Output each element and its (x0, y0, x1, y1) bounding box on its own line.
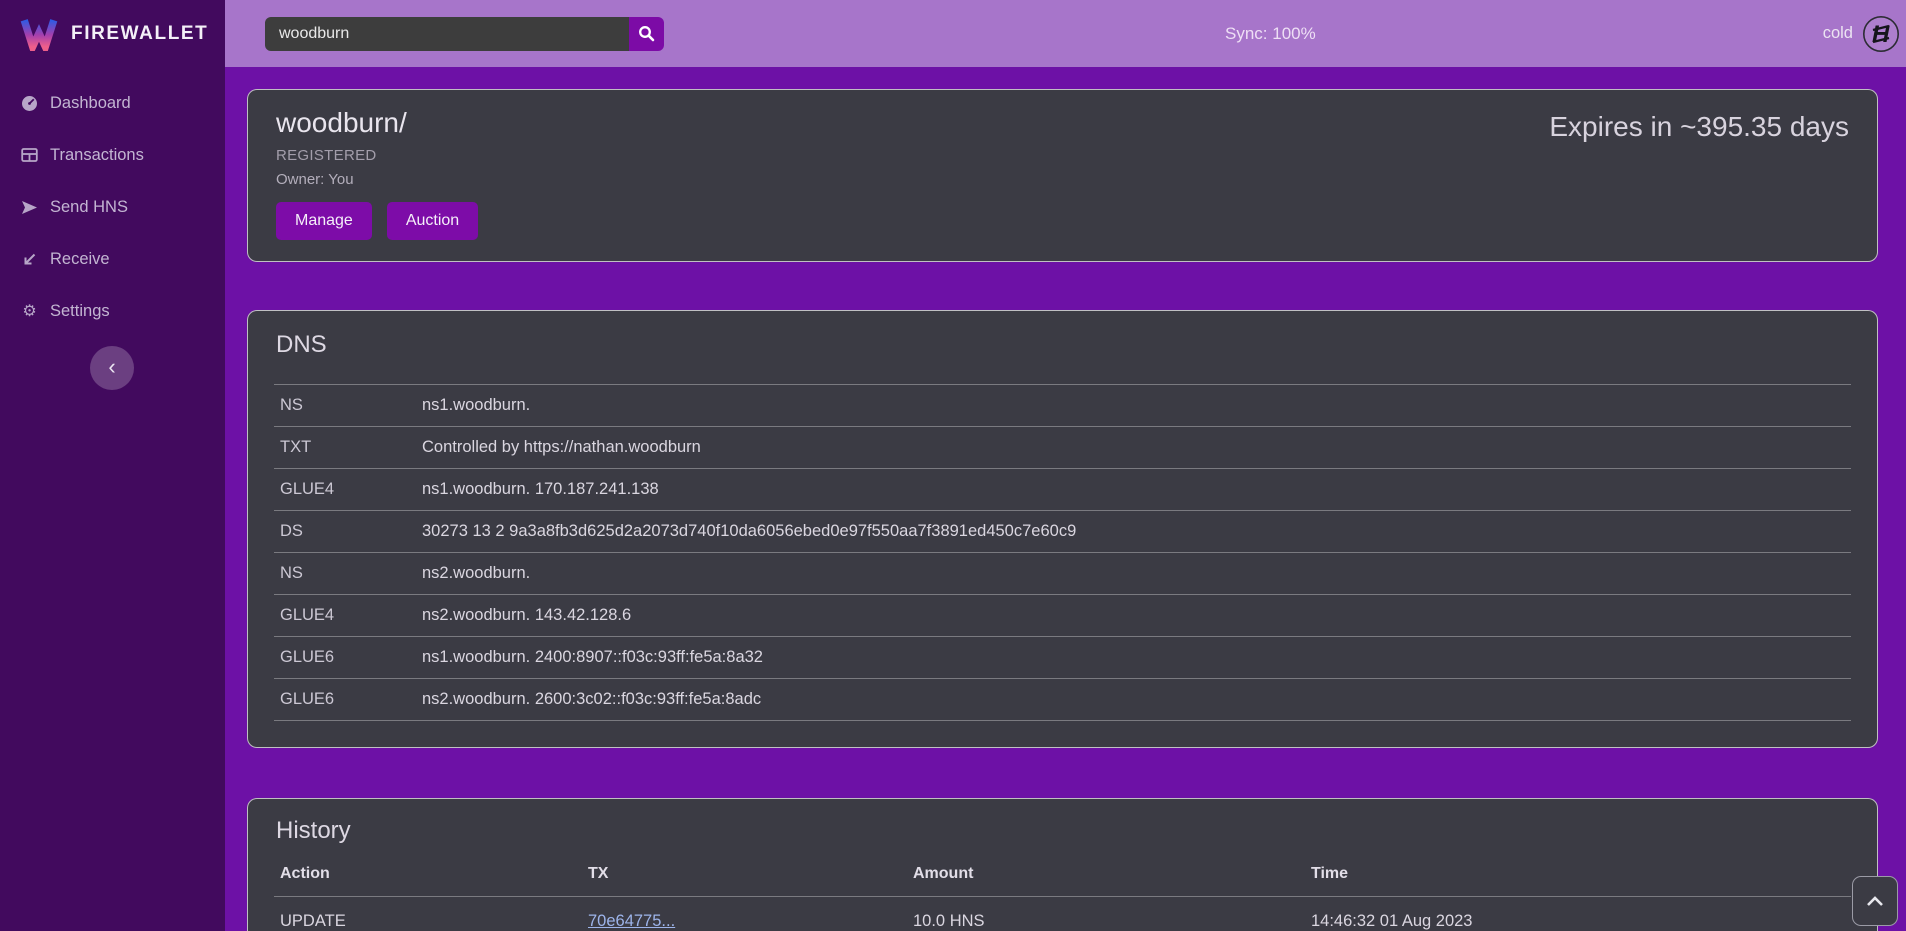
history-amount: 10.0 HNS (913, 912, 1311, 931)
dns-record-type: NS (280, 396, 422, 415)
dns-record-value: ns1.woodburn. (422, 396, 1845, 415)
dns-title: DNS (276, 331, 1851, 359)
dns-record-row: GLUE4 ns2.woodburn. 143.42.128.6 (274, 594, 1851, 636)
sidebar-item-label: Settings (50, 302, 110, 321)
search-icon (638, 25, 655, 42)
brand-name: FIREWALLET (71, 23, 208, 45)
column-header-action: Action (280, 865, 588, 883)
sidebar-collapse-button[interactable]: ‹ (90, 346, 134, 390)
domain-status-badge: REGISTERED (276, 147, 1849, 164)
chevron-up-icon (1864, 893, 1886, 909)
dns-record-type: GLUE6 (280, 648, 422, 667)
history-table-header: Action TX Amount Time (274, 851, 1851, 896)
dns-record-row: NS ns1.woodburn. (274, 384, 1851, 426)
domain-card: woodburn/ REGISTERED Owner: You Manage A… (247, 89, 1878, 262)
dns-record-type: TXT (280, 438, 422, 457)
sidebar-item-dashboard[interactable]: Dashboard (0, 77, 225, 129)
dns-record-row: GLUE6 ns2.woodburn. 2600:3c02::f03c:93ff… (274, 678, 1851, 721)
domain-expiry: Expires in ~395.35 days (1549, 111, 1849, 143)
table-icon (20, 147, 39, 163)
dns-record-type: DS (280, 522, 422, 541)
dns-record-value: 30273 13 2 9a3a8fb3d625d2a2073d740f10da6… (422, 522, 1845, 541)
dns-record-value: ns2.woodburn. (422, 564, 1845, 583)
dns-record-value: ns2.woodburn. 143.42.128.6 (422, 606, 1845, 625)
dns-record-row: TXT Controlled by https://nathan.woodbur… (274, 426, 1851, 468)
column-header-amount: Amount (913, 865, 1311, 883)
topbar: Sync: 100% cold H (225, 0, 1906, 67)
sidebar-nav: Dashboard Transactions S (0, 77, 225, 337)
dns-record-value: ns1.woodburn. 170.187.241.138 (422, 480, 1845, 499)
dns-record-row: GLUE4 ns1.woodburn. 170.187.241.138 (274, 468, 1851, 510)
dns-record-row: GLUE6 ns1.woodburn. 2400:8907::f03c:93ff… (274, 636, 1851, 678)
search-input[interactable] (265, 17, 629, 51)
sidebar-item-label: Receive (50, 250, 110, 269)
dns-card: DNS NS ns1.woodburn. TXT Controlled by h… (247, 310, 1878, 748)
receive-arrow-icon (20, 252, 39, 267)
dns-record-row: DS 30273 13 2 9a3a8fb3d625d2a2073d740f10… (274, 510, 1851, 552)
auction-button[interactable]: Auction (387, 202, 478, 240)
sidebar-item-transactions[interactable]: Transactions (0, 129, 225, 181)
dns-record-row: NS ns2.woodburn. (274, 552, 1851, 594)
firewallet-logo-icon (20, 17, 58, 51)
send-icon (20, 200, 39, 215)
history-title: History (276, 817, 1851, 845)
sidebar-item-label: Dashboard (50, 94, 131, 113)
domain-actions: Manage Auction (276, 202, 1849, 240)
dns-record-type: GLUE6 (280, 690, 422, 709)
dns-record-value: ns1.woodburn. 2400:8907::f03c:93ff:fe5a:… (422, 648, 1845, 667)
wallet-indicator[interactable]: cold H (1823, 15, 1900, 53)
dns-record-type: GLUE4 (280, 480, 422, 499)
sync-status: Sync: 100% (1225, 24, 1316, 44)
sidebar-item-label: Send HNS (50, 198, 128, 217)
chevron-left-icon: ‹ (108, 356, 115, 378)
history-action: UPDATE (280, 912, 588, 931)
history-time: 14:46:32 01 Aug 2023 (1311, 912, 1845, 931)
gear-icon: ⚙ (20, 301, 39, 321)
app-window: FIREWALLET Dashboard (0, 0, 1906, 931)
dns-record-value: Controlled by https://nathan.woodburn (422, 438, 1845, 457)
dns-records-table: NS ns1.woodburn. TXT Controlled by https… (274, 384, 1851, 721)
manage-button[interactable]: Manage (276, 202, 372, 240)
history-row: UPDATE 70e64775... 10.0 HNS 14:46:32 01 … (274, 896, 1851, 931)
brand[interactable]: FIREWALLET (0, 0, 225, 67)
svg-text:H: H (1872, 21, 1890, 48)
history-card: History Action TX Amount Time UPDATE 70e… (247, 798, 1878, 931)
sidebar: FIREWALLET Dashboard (0, 0, 225, 931)
tx-link[interactable]: 70e64775... (588, 912, 675, 930)
domain-owner: Owner: You (276, 171, 1849, 188)
column-header-tx: TX (588, 865, 913, 883)
sidebar-item-label: Transactions (50, 146, 144, 165)
search-button[interactable] (629, 17, 664, 51)
column-header-time: Time (1311, 865, 1845, 883)
handshake-logo-icon: H (1862, 15, 1900, 53)
right-column: Sync: 100% cold H woodburn/ REGISTERED (225, 0, 1906, 931)
sidebar-item-send-hns[interactable]: Send HNS (0, 181, 225, 233)
dns-record-type: NS (280, 564, 422, 583)
main-content: woodburn/ REGISTERED Owner: You Manage A… (225, 67, 1906, 931)
wallet-name: cold (1823, 24, 1853, 43)
gauge-icon (20, 95, 39, 112)
dns-record-type: GLUE4 (280, 606, 422, 625)
search-bar (265, 17, 664, 51)
scroll-top-button[interactable] (1852, 876, 1898, 926)
history-table: Action TX Amount Time UPDATE 70e64775...… (274, 851, 1851, 931)
sidebar-item-receive[interactable]: Receive (0, 233, 225, 285)
sidebar-item-settings[interactable]: ⚙ Settings (0, 285, 225, 337)
dns-record-value: ns2.woodburn. 2600:3c02::f03c:93ff:fe5a:… (422, 690, 1845, 709)
